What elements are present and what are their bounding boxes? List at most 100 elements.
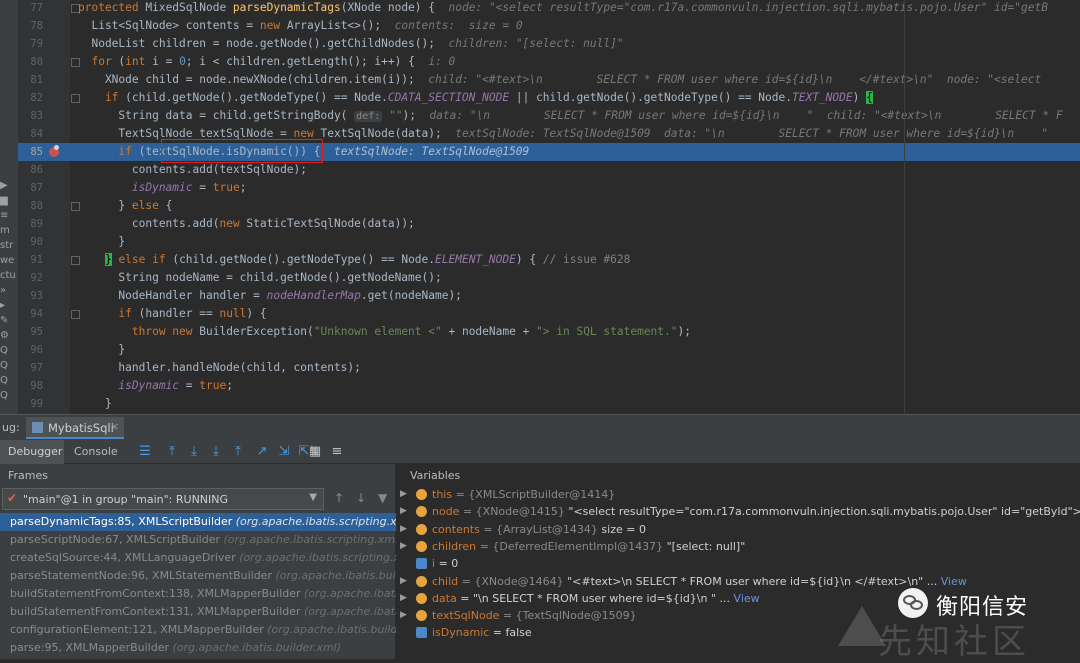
debug-action-icon[interactable]: ⤒ <box>164 444 180 460</box>
variable-row[interactable]: ▶ child = {XNode@1464} "<#text>\n SELECT … <box>398 573 1080 590</box>
debug-action-icon[interactable]: ⇲ <box>276 444 292 460</box>
expand-arrow-icon[interactable]: ▶ <box>400 590 407 607</box>
debug-action-icon[interactable]: ↗ <box>254 444 270 460</box>
line-number[interactable]: 99 <box>18 395 43 413</box>
variable-row[interactable]: ▶ node = {XNode@1415} "<select resultType… <box>398 503 1080 520</box>
code-line[interactable]: 98 isDynamic = true; <box>18 377 1080 395</box>
stack-frame[interactable]: createSqlSource:44, XMLLanguageDriver (o… <box>0 549 396 567</box>
line-number[interactable]: 94 <box>18 305 43 323</box>
line-number[interactable]: 77 <box>18 0 43 17</box>
variable-row[interactable]: i = 0 <box>398 555 1080 572</box>
code-line[interactable]: 89 contents.add(new StaticTextSqlNode(da… <box>18 215 1080 233</box>
tool-strip-icon[interactable]: ▸ <box>0 300 18 316</box>
code-line[interactable]: 77 protected MixedSqlNode parseDynamicTag… <box>18 0 1080 17</box>
debug-action-icon[interactable]: ⤓ <box>208 444 224 460</box>
tool-strip-icon[interactable]: Q <box>0 390 18 406</box>
code-line[interactable]: 97 handler.handleNode(child, contents); <box>18 359 1080 377</box>
tab-mybatissqli[interactable]: MybatisSqli × <box>26 417 124 439</box>
tool-strip-icon[interactable]: » <box>0 285 18 301</box>
tool-strip-icon[interactable]: we <box>0 255 18 271</box>
stack-frame[interactable]: parseStatementNode:96, XMLStatementBuild… <box>0 567 396 585</box>
variable-row[interactable]: ▶ contents = {ArrayList@1434} size = 0 <box>398 521 1080 538</box>
arrow-down-icon[interactable]: ↓ <box>356 491 366 505</box>
arrow-up-icon[interactable]: ↑ <box>334 491 344 505</box>
code-line[interactable]: 80 for (int i = 0; i < children.getLengt… <box>18 53 1080 71</box>
code-editor[interactable]: ▶ ▆ ≡ m str we ctu» ▸ ✎ ⚙ Q Q Q Q 77 protected MixedSq… <box>0 0 1080 414</box>
code-line[interactable]: 91 } else if (child.getNode().getNodeTyp… <box>18 251 1080 269</box>
expand-arrow-icon[interactable]: ▶ <box>400 607 407 624</box>
line-number[interactable]: 83 <box>18 107 43 125</box>
stack-frame[interactable]: parseScriptNode:67, XMLScriptBuilder (or… <box>0 531 396 549</box>
code-line[interactable]: 92 String nodeName = child.getNode().get… <box>18 269 1080 287</box>
tool-strip-icon[interactable]: Q <box>0 360 18 376</box>
tool-strip-icon[interactable]: ✎ <box>0 315 18 331</box>
code-line[interactable]: 94 if (handler == null) { <box>18 305 1080 323</box>
view-link[interactable]: View <box>941 575 967 588</box>
line-number[interactable]: 81 <box>18 71 43 89</box>
code-line[interactable]: 82 if (child.getNode().getNodeType() == … <box>18 89 1080 107</box>
expand-arrow-icon[interactable]: ▶ <box>400 486 407 503</box>
tab-console[interactable]: Console <box>74 445 118 458</box>
code-line[interactable]: 83 String data = child.getStringBody( de… <box>18 107 1080 125</box>
line-number[interactable]: 96 <box>18 341 43 359</box>
debug-action-icon[interactable]: ⤓ <box>186 444 202 460</box>
filter-icon[interactable]: ▼ <box>378 491 387 505</box>
code-line[interactable]: 88 } else { <box>18 197 1080 215</box>
line-number[interactable]: 87 <box>18 179 43 197</box>
thread-selector[interactable]: ✔ "main"@1 in group "main": RUNNING ▼ <box>2 488 324 510</box>
code-line[interactable]: 79 NodeList children = node.getNode().ge… <box>18 35 1080 53</box>
stack-frame[interactable]: configurationElement:121, XMLMapperBuild… <box>0 621 396 639</box>
variable-row[interactable]: ▶ children = {DeferredElementImpl@1437} "… <box>398 538 1080 555</box>
code-line[interactable]: 95 throw new BuilderException("Unknown e… <box>18 323 1080 341</box>
breakpoint-icon[interactable] <box>49 145 59 157</box>
code-line[interactable]: 90 } <box>18 233 1080 251</box>
tool-strip-icon[interactable]: Q <box>0 345 18 361</box>
code-line[interactable]: 87 isDynamic = true; <box>18 179 1080 197</box>
line-number[interactable]: 91 <box>18 251 43 269</box>
code-line[interactable]: 81 XNode child = node.newXNode(children.… <box>18 71 1080 89</box>
expand-arrow-icon[interactable]: ▶ <box>400 521 407 538</box>
tool-strip-icon[interactable]: Q <box>0 375 18 391</box>
line-number[interactable]: 90 <box>18 233 43 251</box>
tool-strip-icon[interactable]: str <box>0 240 18 256</box>
line-number[interactable]: 92 <box>18 269 43 287</box>
close-icon[interactable]: × <box>110 420 119 433</box>
debug-action-icon[interactable]: ⤒ <box>230 444 246 460</box>
tool-strip-icon[interactable]: ≡ <box>0 210 18 226</box>
line-number[interactable]: 98 <box>18 377 43 395</box>
view-icon[interactable]: ▦ <box>307 444 323 460</box>
tool-strip-icon[interactable]: m <box>0 225 18 241</box>
view-icon[interactable]: ≡ <box>329 444 345 460</box>
code-line[interactable]: 93 NodeHandler handler = nodeHandlerMap.… <box>18 287 1080 305</box>
expand-arrow-icon[interactable]: ▶ <box>400 538 407 555</box>
line-number[interactable]: 82 <box>18 89 43 107</box>
tool-strip-icon[interactable]: ctu <box>0 270 18 286</box>
code-line[interactable]: 78 List<SqlNode> contents = new ArrayLis… <box>18 17 1080 35</box>
line-number[interactable]: 97 <box>18 359 43 377</box>
stack-frame[interactable]: parseDynamicTags:85, XMLScriptBuilder (o… <box>0 513 396 531</box>
debug-action-icon[interactable]: ☰ <box>137 444 153 460</box>
stack-frame[interactable]: buildStatementFromContext:131, XMLMapper… <box>0 603 396 621</box>
tool-strip-icon[interactable]: ⚙ <box>0 330 18 346</box>
line-number[interactable]: 85 <box>18 143 43 161</box>
stack-frame[interactable]: parse:95, XMLMapperBuilder (org.apache.i… <box>0 639 396 657</box>
code-line[interactable]: 86 contents.add(textSqlNode); <box>18 161 1080 179</box>
line-number[interactable]: 95 <box>18 323 43 341</box>
expand-arrow-icon[interactable]: ▶ <box>400 503 407 520</box>
view-link[interactable]: View <box>734 592 760 605</box>
code-line[interactable]: 99 } <box>18 395 1080 413</box>
expand-arrow-icon[interactable]: ▶ <box>400 573 407 590</box>
line-number[interactable]: 86 <box>18 161 43 179</box>
tool-strip-icon[interactable]: ▆ <box>0 195 18 211</box>
line-number[interactable]: 88 <box>18 197 43 215</box>
variable-row[interactable]: ▶ this = {XMLScriptBuilder@1414} <box>398 486 1080 503</box>
line-number[interactable]: 80 <box>18 53 43 71</box>
line-number[interactable]: 89 <box>18 215 43 233</box>
line-number[interactable]: 84 <box>18 125 43 143</box>
line-number[interactable]: 78 <box>18 17 43 35</box>
stack-frame[interactable]: buildStatementFromContext:138, XMLMapper… <box>0 585 396 603</box>
tab-debugger[interactable]: Debugger <box>0 440 64 464</box>
line-number[interactable]: 93 <box>18 287 43 305</box>
tool-strip-icon[interactable]: ▶ <box>0 180 18 196</box>
code-line[interactable]: 96 } <box>18 341 1080 359</box>
